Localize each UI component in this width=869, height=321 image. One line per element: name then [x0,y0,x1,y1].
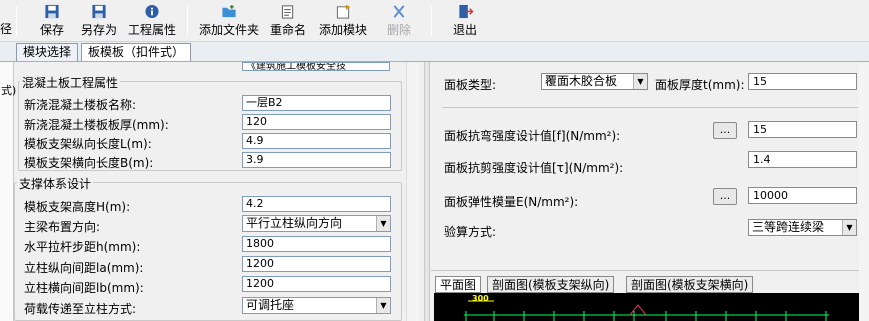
elastic-modulus-input[interactable]: 10000 [748,187,857,204]
main-beam-direction-select[interactable]: 平行立柱纵向方向 ▼ [242,215,391,232]
support-length-label: 模板支架纵向长度L(m): [24,137,152,151]
column-transverse-spacing-input[interactable]: 1200 [242,276,391,292]
left-scrollbar[interactable] [406,62,419,321]
save-as-icon [92,4,106,19]
elastic-modulus-browse-button[interactable]: ... [713,188,737,205]
column-longitudinal-spacing-label: 立柱纵向间距la(mm): [24,261,144,275]
slab-name-input[interactable]: 一层B2 [242,95,391,111]
support-height-label: 模板支架高度H(m): [24,200,131,214]
add-folder-icon [222,4,236,18]
group-slab-properties-title: 混凝土板工程属性 [20,74,121,91]
save-as-label: 另存为 [81,23,118,37]
add-folder-button[interactable]: 添加文件夹 [199,4,259,38]
tab-transverse-section[interactable]: 剖面图(模板支架横向) [626,276,754,293]
module-tabbar: 模块选择 板模板（扣件式） [0,42,869,62]
bending-strength-input[interactable]: 15 [748,121,857,138]
exit-button[interactable]: 退出 [453,4,477,38]
tab-module-select[interactable]: 模块选择 [16,43,79,61]
exit-label: 退出 [453,23,478,37]
check-method-label: 验算方式: [444,225,497,239]
support-length-input[interactable]: 4.9 [242,133,391,149]
tab-longitudinal-section[interactable]: 剖面图(模板支架纵向) [487,276,615,293]
bending-strength-label: 面板抗弯强度设计值[f](N/mm²): [444,129,621,143]
add-module-icon [336,4,350,19]
tab-slab-formwork[interactable]: 板模板（扣件式） [81,43,192,61]
load-transfer-label: 荷载传递至立柱方式: [24,302,137,316]
project-properties-button[interactable]: 工程属性 [128,4,176,38]
group-support-design-title: 支撑体系设计 [17,175,94,192]
toolbar: 径 保存 另存为 工程属性 添加文件夹 重命名 添加模块 删除 退出 [0,0,869,42]
delete-button[interactable]: 删除 [387,4,411,38]
info-icon [145,4,159,19]
plan-drawing [464,300,829,321]
view-tabs: 平面图 剖面图(模板支架纵向) 剖面图(模板支架横向) [431,276,869,293]
tie-bar-step-label: 水平拉杆步距h(mm): [24,240,141,254]
chevron-down-icon: ▼ [633,74,647,89]
elastic-modulus-label: 面板弹性模量E(N/mm²): [444,195,579,209]
floppy-disk-icon [45,4,59,19]
rename-button[interactable]: 重命名 [270,4,306,38]
project-properties-label: 工程属性 [128,23,177,37]
exit-icon [459,4,474,19]
divider [442,107,858,108]
support-width-label: 模板支架横向长度B(m): [24,156,154,170]
chevron-down-icon: ▼ [842,220,856,235]
panel-type-label: 面板类型: [444,78,497,92]
toolbar-separator [431,6,432,36]
save-label: 保存 [40,23,65,37]
support-height-input[interactable]: 4.2 [242,196,391,212]
left-edge-text: 式) [1,84,17,97]
check-method-value: 三等跨连续梁 [752,220,825,234]
divider [431,270,859,271]
column-transverse-spacing-label: 立柱横向间距lb(mm): [24,281,144,295]
add-module-label: 添加模块 [319,23,368,37]
delete-x-icon [393,5,405,18]
panel-thickness-label: 面板厚度t(mm): [655,78,745,92]
check-method-select[interactable]: 三等跨连续梁 ▼ [748,219,857,236]
main-beam-direction-label: 主梁布置方向: [24,220,101,234]
rename-label: 重命名 [270,23,307,37]
rename-icon [281,5,294,19]
splitter[interactable] [424,62,430,321]
add-folder-label: 添加文件夹 [199,23,260,37]
standard-select[interactable]: 《建筑施工模板安全技 [242,62,390,71]
main-beam-direction-value: 平行立柱纵向方向 [246,216,343,230]
slab-thickness-label: 新浇混凝土楼板板厚(mm): [24,118,169,132]
bending-strength-browse-button[interactable]: ... [713,122,737,139]
panel-type-value: 覆面木胶合板 [545,74,618,88]
slab-name-label: 新浇混凝土楼板名称: [24,98,137,112]
tie-bar-step-input[interactable]: 1800 [242,236,391,252]
load-transfer-value: 可调托座 [246,298,295,312]
save-as-button[interactable]: 另存为 [81,4,117,38]
panel-type-select[interactable]: 覆面木胶合板 ▼ [541,73,648,90]
shear-strength-label: 面板抗剪强度设计值[τ](N/mm²): [444,161,624,175]
panel-thickness-input[interactable]: 15 [748,73,857,90]
column-longitudinal-spacing-input[interactable]: 1200 [242,256,391,272]
drawing-preview: 300 [434,293,859,321]
delete-label: 删除 [387,23,412,37]
support-width-input[interactable]: 3.9 [242,152,391,168]
left-edge-panel: 式) [0,62,17,321]
save-button[interactable]: 保存 [40,4,64,38]
load-transfer-select[interactable]: 可调托座 ▼ [242,297,391,314]
standard-select-value: 《建筑施工模板安全技 [246,62,346,71]
shear-strength-input[interactable]: 1.4 [748,151,857,168]
chevron-down-icon: ▼ [376,298,390,313]
toolbar-cut-label: 径 [0,22,13,36]
toolbar-separator [187,6,188,36]
tab-plan-view[interactable]: 平面图 [435,276,482,293]
chevron-down-icon: ▼ [376,216,390,231]
add-module-button[interactable]: 添加模块 [319,4,367,38]
slab-thickness-input[interactable]: 120 [242,114,391,130]
toolbar-separator [16,6,17,36]
